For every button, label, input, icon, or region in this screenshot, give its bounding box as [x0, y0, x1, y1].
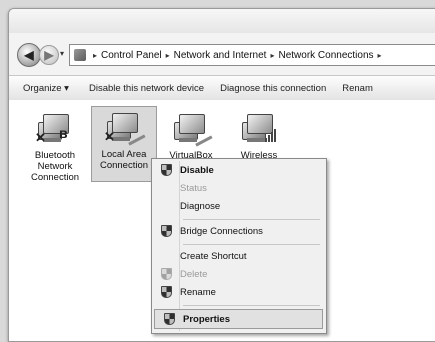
menu-item-label: Create Shortcut: [180, 250, 247, 262]
back-button[interactable]: ◀: [17, 43, 41, 67]
breadcrumb-network-connections[interactable]: Network Connections: [278, 50, 373, 61]
menu-item-label: Status: [180, 182, 207, 194]
address-bar[interactable]: ▸ Control Panel ▸ Network and Internet ▸…: [69, 44, 435, 66]
shield-icon: [160, 268, 172, 280]
menu-item-create-shortcut[interactable]: Create Shortcut: [152, 247, 326, 265]
menu-item-disable[interactable]: Disable: [152, 161, 326, 179]
breadcrumb-separator[interactable]: ▸: [166, 51, 170, 60]
connection-label: Connection: [30, 172, 80, 183]
connection-label: Local Area: [101, 149, 147, 160]
ethernet-network-icon: ✕: [104, 111, 146, 147]
shield-icon: [163, 313, 175, 325]
control-panel-icon: [74, 49, 86, 61]
connection-label: Network: [37, 161, 73, 172]
connection-label: Bluetooth: [34, 150, 76, 161]
menu-item-label: Diagnose: [180, 200, 221, 212]
breadcrumb-separator[interactable]: ▸: [270, 51, 274, 60]
disable-device-button[interactable]: Disable this network device: [81, 83, 212, 94]
connection-virtualbox[interactable]: VirtualBox: [159, 108, 223, 161]
menu-separator: [183, 219, 320, 220]
menu-item-label: Rename: [180, 286, 216, 298]
menu-item-label: Disable: [180, 164, 214, 176]
disconnected-x-icon: ✕: [104, 129, 115, 144]
breadcrumb-separator[interactable]: ▸: [378, 51, 382, 60]
menu-item-properties[interactable]: Properties: [154, 309, 323, 329]
connection-bluetooth[interactable]: ✕ ʙ Bluetooth Network Connection: [23, 108, 87, 183]
forward-button[interactable]: ▶: [39, 45, 59, 65]
connection-local-area[interactable]: ✕ Local Area Connection: [91, 106, 157, 182]
shield-icon: [160, 164, 172, 176]
title-bar[interactable]: [9, 9, 435, 33]
breadcrumb-network-and-internet[interactable]: Network and Internet: [174, 50, 267, 61]
menu-item-label: Properties: [183, 313, 230, 325]
menu-item-diagnose[interactable]: Diagnose: [152, 197, 326, 215]
breadcrumb-separator[interactable]: ▸: [93, 51, 97, 60]
menu-item-status[interactable]: Status: [152, 179, 326, 197]
wireless-network-icon: [239, 112, 279, 148]
diagnose-connection-button[interactable]: Diagnose this connection: [212, 83, 334, 94]
menu-item-label: Delete: [180, 268, 208, 280]
menu-item-bridge-connections[interactable]: Bridge Connections: [152, 222, 326, 240]
menu-separator: [183, 305, 320, 306]
breadcrumb-control-panel[interactable]: Control Panel: [101, 50, 162, 61]
ethernet-network-icon: [171, 112, 213, 148]
forward-arrow-icon: ▶: [44, 48, 54, 62]
back-arrow-icon: ◀: [24, 48, 34, 62]
rename-button[interactable]: Renam: [334, 83, 381, 94]
menu-item-label: Bridge Connections: [180, 225, 263, 237]
organize-button[interactable]: Organize ▾: [9, 83, 81, 94]
menu-item-rename[interactable]: Rename: [152, 283, 326, 301]
shield-icon: [160, 225, 172, 237]
bluetooth-network-icon: ✕ ʙ: [35, 112, 75, 148]
command-bar: Organize ▾ Disable this network device D…: [9, 75, 435, 101]
menu-separator: [183, 244, 320, 245]
shield-icon: [160, 286, 172, 298]
context-menu: Disable Status Diagnose Bridge Connectio…: [151, 158, 327, 334]
disconnected-x-icon: ✕: [35, 130, 46, 145]
recent-pages-dropdown[interactable]: ▾: [60, 49, 64, 58]
menu-item-delete[interactable]: Delete: [152, 265, 326, 283]
navigation-bar: ◀ ▶ ▾ ▸ Control Panel ▸ Network and Inte…: [9, 37, 435, 71]
signal-bars-icon: [265, 128, 279, 142]
connection-wireless[interactable]: Wireless: [227, 108, 291, 161]
connection-label: Connection: [99, 160, 149, 171]
bluetooth-icon: ʙ: [59, 125, 68, 141]
